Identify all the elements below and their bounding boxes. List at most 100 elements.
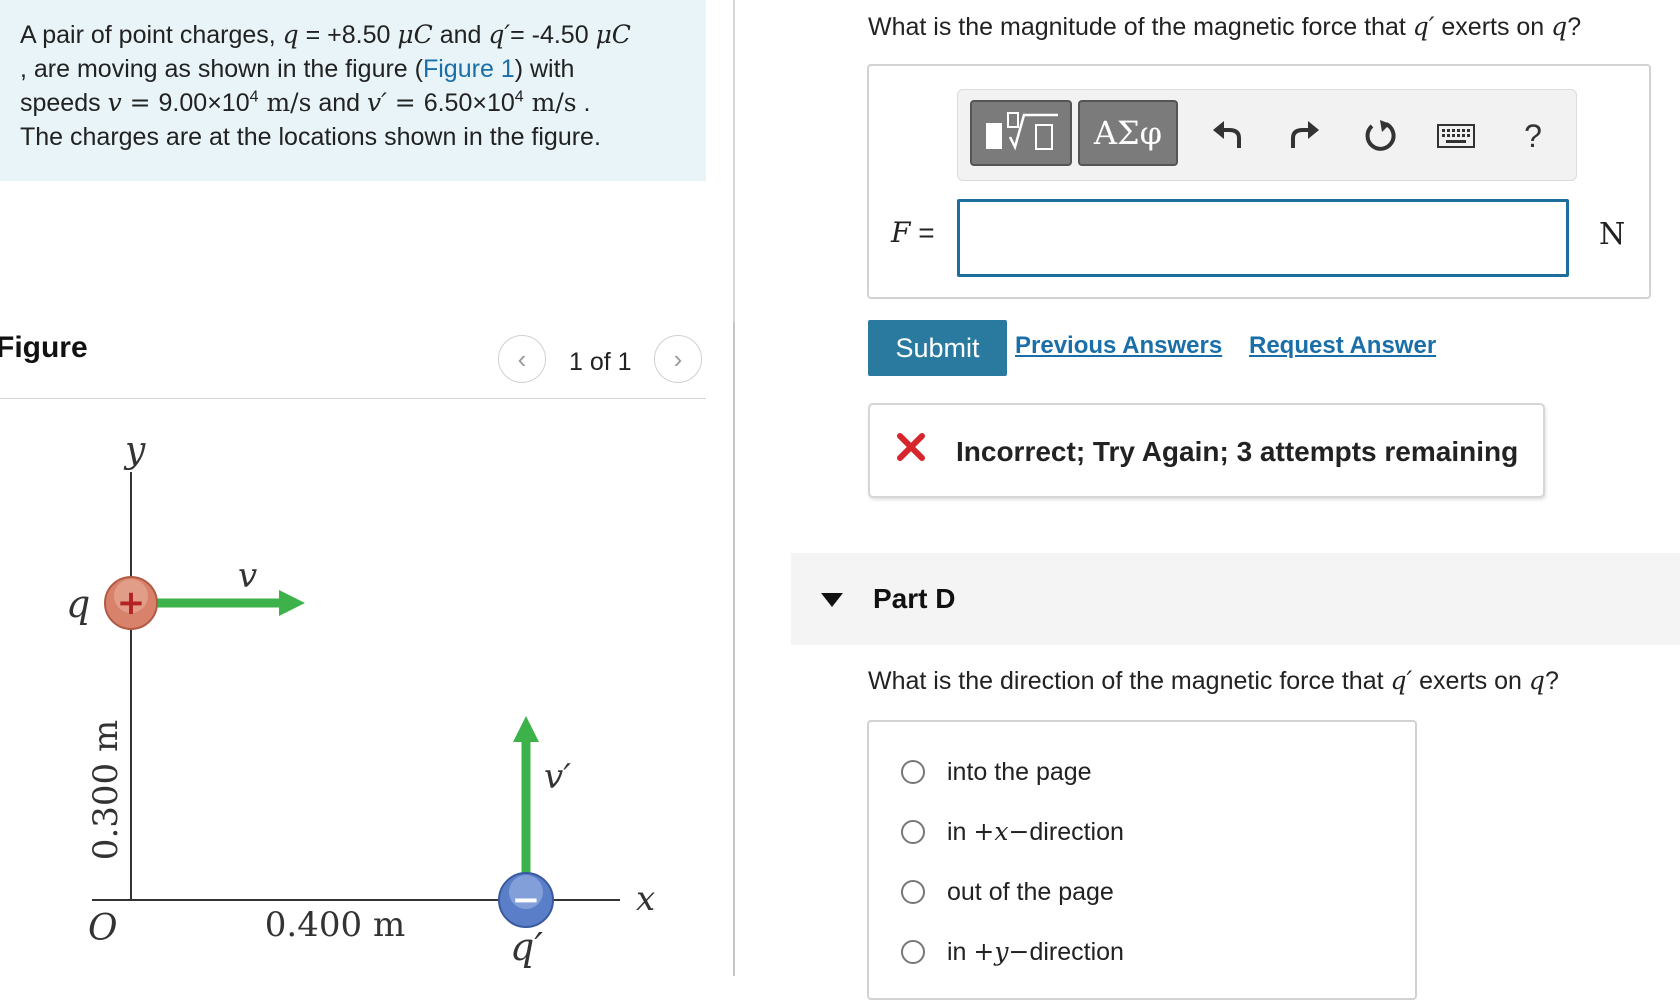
option-label: in +x−direction — [947, 817, 1124, 847]
math-toolbar: ΑΣφ ? — [957, 89, 1577, 181]
answer-box: ΑΣφ ? F = N — [867, 64, 1651, 299]
pane-divider-dark — [733, 322, 735, 976]
vprime-arrowhead — [513, 716, 539, 742]
part-c-question: What is the magnitude of the magnetic fo… — [868, 12, 1581, 42]
previous-answers-link[interactable]: Previous Answers — [1015, 332, 1222, 360]
option-text: in — [947, 938, 974, 966]
vprime-label: v′ — [544, 757, 571, 797]
redo-icon — [1291, 121, 1319, 148]
charges-diagram: y x O v + q v′ − q′ 0.300 m 0.400 m — [66, 430, 655, 969]
minus-sign: − — [512, 880, 541, 920]
figure-heading: Figure — [0, 331, 88, 364]
radio-button[interactable] — [901, 760, 925, 784]
v-value: 9.00×10 — [158, 89, 250, 117]
option-text: direction — [1029, 938, 1124, 966]
y-axis-label: y — [123, 430, 146, 471]
figure-counter: 1 of 1 — [569, 348, 632, 376]
option-text: into the page — [947, 757, 1092, 786]
equals: = — [121, 88, 159, 117]
part-d-header[interactable]: Part D — [791, 553, 1680, 645]
q-symbol: q — [1528, 666, 1545, 695]
part-d-title: Part D — [873, 583, 956, 614]
v-unit: m/s — [258, 88, 312, 117]
undo-button[interactable] — [1208, 116, 1248, 156]
templates-icon — [986, 112, 1058, 151]
chevron-left-icon: ‹ — [517, 343, 527, 374]
equals: = — [910, 217, 935, 248]
qprime-symbol: q′ — [488, 20, 511, 49]
figure-divider — [0, 398, 706, 399]
f-symbol: F — [891, 216, 911, 249]
question-text: exerts on — [1434, 13, 1552, 41]
q-value: = +8.50 — [298, 21, 398, 49]
qprime-symbol: q′ — [1390, 666, 1413, 695]
previous-figure-button[interactable]: ‹ — [498, 335, 546, 383]
q-symbol: q — [282, 20, 299, 49]
direction-options: into the page in +x−direction out of the… — [867, 720, 1417, 1000]
problem-line-4: The charges are at the locations shown i… — [20, 123, 601, 151]
problem-line-1: A pair of point charges, q = +8.50 μC an… — [20, 18, 686, 52]
problem-line-2: , are moving as shown in the figure (Fig… — [20, 52, 686, 86]
submit-button[interactable]: Submit — [868, 320, 1007, 376]
feedback-message: Incorrect; Try Again; 3 attempts remaini… — [868, 403, 1545, 498]
force-variable-label: F = — [891, 216, 935, 249]
option-plus-x[interactable]: in +x−direction — [901, 812, 1124, 852]
problem-text: A pair of point charges, — [20, 21, 276, 49]
keyboard-button[interactable] — [1436, 116, 1476, 156]
left-pane: A pair of point charges, q = +8.50 μC an… — [0, 0, 736, 976]
vertical-dimension: 0.300 m — [86, 720, 126, 860]
question-text: What is the magnitude of the magnetic fo… — [868, 13, 1413, 41]
templates-button[interactable] — [970, 100, 1072, 166]
help-button[interactable]: ? — [1513, 116, 1553, 156]
q-unit: μC — [397, 20, 433, 49]
qprime-unit: μC — [595, 20, 631, 49]
option-plus-y[interactable]: in +y−direction — [901, 932, 1124, 972]
question-text: ? — [1544, 667, 1559, 695]
origin-label: O — [88, 908, 118, 949]
plus-sign: + — [117, 583, 146, 623]
q-symbol: q — [1551, 12, 1568, 41]
vprime-symbol: v′ — [367, 88, 387, 117]
option-math: +y− — [973, 937, 1030, 966]
vprime-value: 6.50×10 — [423, 89, 515, 117]
reset-icon — [1365, 120, 1396, 151]
q-label: q — [66, 582, 90, 626]
option-into-page[interactable]: into the page — [901, 752, 1092, 792]
radio-button[interactable] — [901, 940, 925, 964]
option-label: out of the page — [947, 878, 1114, 907]
horizontal-dimension: 0.400 m — [265, 905, 405, 945]
chevron-right-icon: › — [673, 343, 683, 374]
radio-button[interactable] — [901, 820, 925, 844]
force-answer-input[interactable] — [957, 199, 1569, 277]
and-text: and — [432, 21, 489, 49]
vprime-exponent: 4 — [514, 88, 524, 106]
request-answer-link[interactable]: Request Answer — [1249, 332, 1436, 360]
caret-down-icon — [821, 593, 843, 607]
v-label: v — [238, 556, 257, 596]
vprime-unit: m/s — [523, 88, 577, 117]
option-label: in +y−direction — [947, 937, 1124, 967]
feedback-text: Incorrect; Try Again; 3 attempts remaini… — [956, 436, 1519, 467]
radio-button[interactable] — [901, 880, 925, 904]
problem-statement: A pair of point charges, q = +8.50 μC an… — [0, 0, 706, 181]
x-axis-label: x — [636, 879, 655, 919]
equals: = — [386, 88, 424, 117]
reset-button[interactable] — [1360, 116, 1400, 156]
option-out-of-page[interactable]: out of the page — [901, 872, 1114, 912]
question-text: exerts on — [1412, 667, 1529, 695]
question-text: What is the direction of the magnetic fo… — [868, 667, 1391, 695]
qprime-label: q′ — [510, 925, 543, 969]
option-math: +x− — [973, 817, 1030, 846]
problem-text: , are moving as shown in the figure ( — [20, 55, 423, 83]
v-exponent: 4 — [249, 88, 259, 106]
unit-label: N — [1599, 217, 1626, 252]
next-figure-button[interactable]: › — [654, 335, 702, 383]
problem-line-3: speeds v = 9.00×104 m/s and v′ = 6.50×10… — [20, 86, 686, 120]
symbols-button[interactable]: ΑΣφ — [1078, 100, 1178, 166]
option-text: in — [947, 818, 974, 846]
v-arrowhead — [279, 590, 305, 616]
qprime-value: = -4.50 — [510, 21, 596, 49]
qprime-symbol: q′ — [1412, 12, 1435, 41]
redo-button[interactable] — [1284, 116, 1324, 156]
figure-link[interactable]: Figure 1 — [423, 55, 515, 83]
